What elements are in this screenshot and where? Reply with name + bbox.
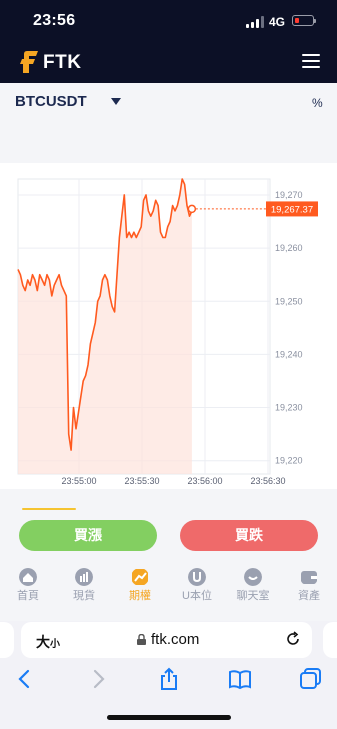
- symbol-selector[interactable]: BTCUSDT: [15, 93, 87, 110]
- nav-item-assets[interactable]: 資產: [285, 565, 333, 605]
- logo-icon: [20, 51, 38, 73]
- price-area-fill: [18, 179, 192, 474]
- text-size-large: 大: [36, 634, 50, 650]
- trend-chart-icon: [132, 569, 148, 585]
- percent-toggle[interactable]: %: [312, 96, 323, 110]
- nav-label-chat: 聊天室: [236, 590, 270, 602]
- reload-icon[interactable]: [285, 631, 301, 647]
- nav-item-usdt-futures[interactable]: U本位: [173, 565, 221, 605]
- chart-svg: 19,270 19,260 19,250 19,240 19,230 19,220 23:5…: [17, 178, 318, 486]
- x-tick-label: 23:56:00: [187, 476, 222, 486]
- nav-item-options[interactable]: 期權: [116, 565, 164, 605]
- buy-up-button[interactable]: 買漲: [19, 520, 157, 551]
- nav-label-usdt-futures: U本位: [182, 590, 212, 602]
- caret-down-icon[interactable]: [111, 98, 121, 105]
- tab-indicator: [22, 508, 76, 510]
- signal-icon: [246, 16, 264, 28]
- app-header: 23:56 4G FTK: [0, 0, 337, 83]
- tabs-icon[interactable]: [299, 667, 323, 691]
- home-indicator: [107, 715, 231, 720]
- browser-chrome: 大小 ftk.com: [0, 621, 337, 729]
- bookmarks-icon[interactable]: [228, 667, 252, 691]
- nav-label-home: 首頁: [17, 590, 39, 602]
- symbol-bar: BTCUSDT %: [0, 83, 337, 163]
- nav-label-assets: 資產: [298, 590, 320, 602]
- nav-item-chat[interactable]: 聊天室: [229, 565, 277, 605]
- y-tick-label: 19,230: [275, 403, 303, 413]
- lock-icon: [137, 634, 146, 645]
- text-size-small: 小: [50, 639, 60, 650]
- nav-label-spot: 現貨: [73, 590, 95, 602]
- current-price-label: 19,267.37: [271, 204, 313, 215]
- menu-button[interactable]: [302, 53, 320, 69]
- y-tick-label: 19,260: [275, 243, 303, 253]
- address-bar[interactable]: 大小 ftk.com: [21, 622, 312, 658]
- bar-chart-icon: [75, 568, 93, 586]
- url-text: ftk.com: [151, 631, 200, 648]
- next-tab-edge[interactable]: [323, 622, 337, 658]
- screen: 23:56 4G FTK BTCUSDT % 19,270 19,260 19,25…: [0, 0, 337, 729]
- price-chart[interactable]: 19,270 19,260 19,250 19,240 19,230 19,220 23:5…: [0, 163, 337, 489]
- back-icon[interactable]: [13, 667, 37, 691]
- y-tick-label: 19,270: [275, 190, 303, 200]
- y-tick-label: 19,220: [275, 456, 303, 466]
- text-size-button[interactable]: 大小: [36, 632, 60, 652]
- previous-tab-edge[interactable]: [0, 622, 14, 658]
- y-tick-label: 19,250: [275, 296, 303, 306]
- current-price-dot: [187, 204, 197, 214]
- u-coin-icon: [188, 568, 206, 586]
- buy-down-button[interactable]: 買跌: [180, 520, 318, 551]
- x-tick-label: 23:55:00: [61, 476, 96, 486]
- x-tick-label: 23:55:30: [124, 476, 159, 486]
- nav-item-spot[interactable]: 現貨: [60, 565, 108, 605]
- share-icon[interactable]: [157, 667, 181, 691]
- forward-icon[interactable]: [86, 667, 110, 691]
- network-label: 4G: [269, 15, 286, 29]
- chat-icon: [244, 568, 262, 586]
- wallet-icon: [301, 571, 317, 584]
- x-tick-label: 23:56:30: [250, 476, 285, 486]
- home-icon: [19, 568, 37, 586]
- bottom-nav: 首頁 現貨 期權 U本位 聊天室 資產: [0, 565, 337, 605]
- nav-item-home[interactable]: 首頁: [4, 565, 52, 605]
- nav-label-options: 期權: [129, 590, 151, 602]
- trade-panel: 買漲 買跌 首頁 現貨 期權 U本位 聊天室 資產: [0, 489, 337, 621]
- status-time: 23:56: [33, 12, 76, 29]
- y-tick-label: 19,240: [275, 349, 303, 359]
- brand-name: FTK: [43, 52, 82, 73]
- battery-icon: [292, 15, 316, 26]
